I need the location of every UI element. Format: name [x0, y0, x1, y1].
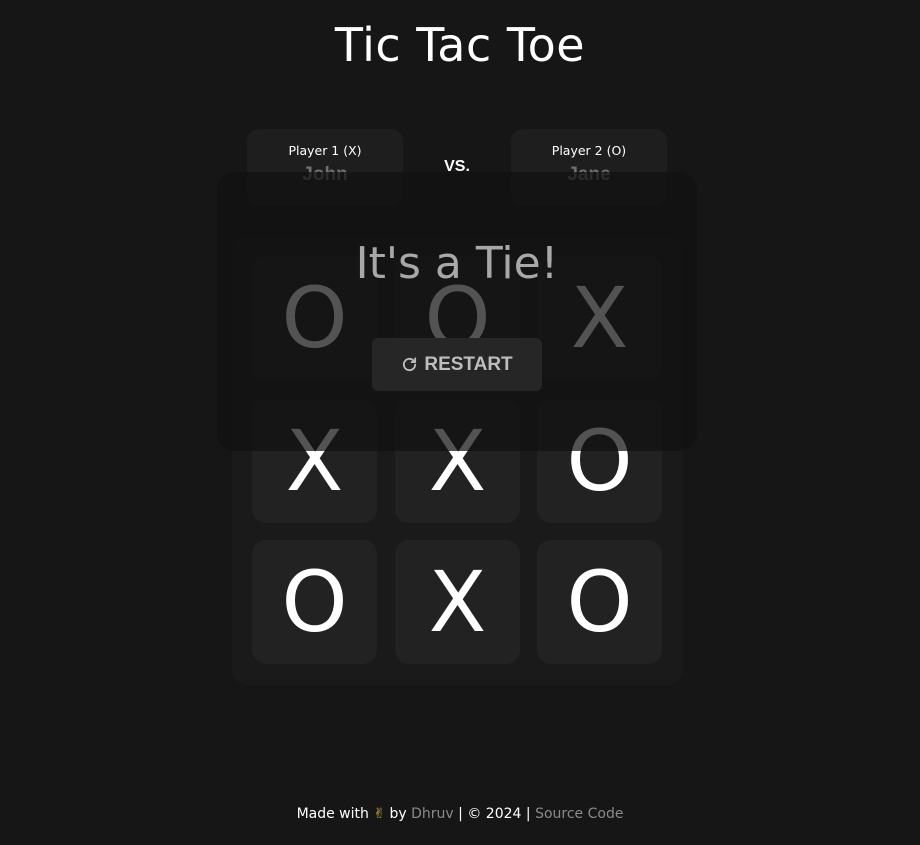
victory-hand-emoji: ✌: [373, 806, 386, 822]
result-modal: It's a Tie! RESTART: [217, 172, 697, 451]
footer-copyright: © 2024: [467, 806, 522, 822]
page-title: Tic Tac Toe: [334, 18, 586, 72]
footer: Made with ✌ by Dhruv | © 2024 | Source C…: [0, 806, 920, 822]
author-link[interactable]: Dhruv: [411, 806, 454, 822]
footer-separator: |: [525, 806, 531, 822]
source-code-link[interactable]: Source Code: [535, 806, 623, 822]
app-root: Tic Tac Toe Player 1 (X) John VS. Player…: [0, 0, 920, 845]
restart-label: RESTART: [424, 353, 513, 375]
restart-icon: [403, 357, 417, 372]
result-message: It's a Tie!: [355, 238, 559, 289]
board-cell[interactable]: O: [252, 540, 377, 664]
footer-by: by: [389, 806, 407, 822]
board-cell[interactable]: X: [395, 540, 520, 664]
board-cell[interactable]: O: [537, 540, 662, 664]
footer-made-with: Made with: [296, 806, 369, 822]
player-2-label: Player 2 (O): [551, 143, 627, 158]
footer-separator: |: [458, 806, 463, 822]
restart-button[interactable]: RESTART: [372, 338, 542, 391]
player-1-label: Player 1 (X): [288, 143, 362, 158]
